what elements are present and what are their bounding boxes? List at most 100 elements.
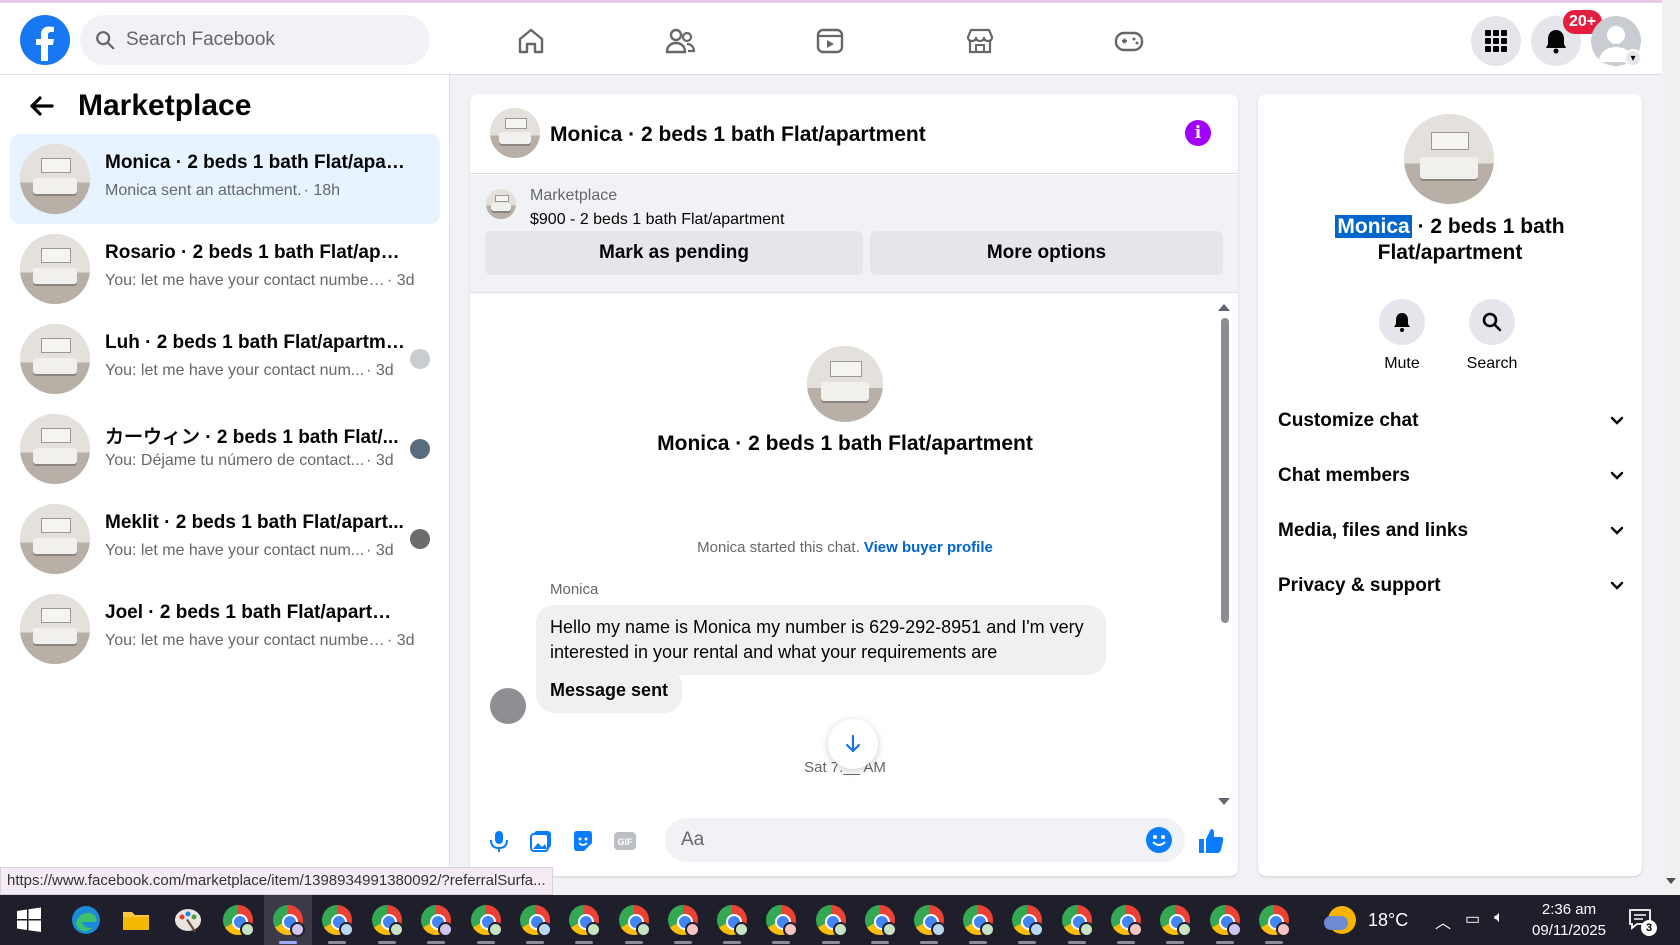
scroll-to-bottom-button[interactable] [828, 719, 878, 769]
chrome-icon[interactable] [471, 905, 503, 944]
chrome-icon[interactable] [1210, 905, 1242, 944]
marketplace-icon[interactable] [960, 21, 1000, 61]
chrome-icon[interactable] [816, 905, 848, 944]
chrome-icon[interactable] [273, 905, 305, 944]
sender-avatar[interactable] [490, 688, 526, 724]
chrome-icon[interactable] [668, 905, 700, 944]
listing-small-thumbnail[interactable] [486, 189, 516, 219]
chrome-icon[interactable] [766, 905, 798, 944]
page-scrollbar[interactable] [1662, 0, 1680, 895]
chrome-icon[interactable] [421, 905, 453, 944]
microphone-icon[interactable] [486, 828, 512, 854]
listing-price[interactable]: $900 - 2 beds 1 bath Flat/apartment [530, 211, 784, 229]
conversation-item[interactable]: Monica · 2 beds 1 bath Flat/apart... Mon… [10, 134, 440, 224]
photo-gallery-icon[interactable] [528, 828, 554, 854]
chrome-icon[interactable] [914, 905, 946, 944]
conversation-title: Monica · 2 beds 1 bath Flat/apart... [105, 152, 405, 173]
conversation-item[interactable]: Luh · 2 beds 1 bath Flat/apartme... You:… [10, 314, 440, 404]
chrome-icon[interactable] [619, 905, 651, 944]
thumbs-up-icon[interactable] [1196, 826, 1226, 856]
chat-window: Monica · 2 beds 1 bath Flat/apartment i … [470, 94, 1238, 876]
chrome-icon[interactable] [372, 905, 404, 944]
message-input[interactable] [681, 826, 1121, 854]
scroll-down-arrow-icon[interactable] [1666, 878, 1676, 884]
message-thread: Monica · 2 beds 1 bath Flat/apartment Mo… [470, 294, 1238, 804]
chrome-icon[interactable] [1111, 905, 1143, 944]
message-bubble[interactable]: Message sent [536, 668, 683, 713]
conversation-snippet: You: let me have your contact num... [105, 362, 365, 379]
customize-chat-section[interactable]: Customize chat [1278, 401, 1626, 441]
back-arrow-icon[interactable] [26, 91, 56, 121]
chrome-icon[interactable] [1259, 905, 1291, 944]
scroll-up-arrow-icon[interactable] [1218, 304, 1230, 311]
chat-members-section[interactable]: Chat members [1278, 456, 1626, 496]
temperature: 18°C [1368, 909, 1409, 930]
media-files-links-section[interactable]: Media, files and links [1278, 511, 1626, 551]
system-clock[interactable]: 2:36 am 09/11/2025 [1524, 899, 1614, 941]
emoji-icon[interactable] [1145, 826, 1173, 854]
chrome-icon[interactable] [865, 905, 897, 944]
facebook-logo-icon[interactable] [20, 15, 70, 65]
chrome-icon[interactable] [322, 905, 354, 944]
thread-scrollbar[interactable] [1218, 304, 1230, 805]
conversation-item[interactable]: Joel · 2 beds 1 bath Flat/apartment You:… [10, 584, 440, 674]
conversation-item[interactable]: Rosario · 2 beds 1 bath Flat/apart... Yo… [10, 224, 440, 314]
conversation-snippet: You: let me have your contact number... [105, 632, 385, 649]
mute-button[interactable]: Mute [1362, 299, 1442, 373]
chrome-icon[interactable] [520, 905, 552, 944]
chat-title[interactable]: Monica · 2 beds 1 bath Flat/apartment [550, 123, 926, 147]
view-buyer-profile-link[interactable]: View buyer profile [864, 539, 993, 556]
listing-thumbnail [20, 504, 90, 574]
action-center-icon[interactable]: 3 [1627, 906, 1657, 936]
sticker-icon[interactable] [570, 828, 596, 854]
scrollbar-thumb[interactable] [1221, 318, 1229, 623]
chrome-icon[interactable] [223, 905, 255, 937]
search-input[interactable] [126, 29, 406, 51]
gaming-icon[interactable] [1109, 21, 1149, 61]
details-listing-thumbnail[interactable] [1404, 114, 1494, 204]
weather-widget[interactable]: 18°C [1324, 895, 1409, 945]
conversation-title: Joel · 2 beds 1 bath Flat/apartment [105, 602, 405, 623]
bell-icon [1379, 299, 1425, 345]
gif-icon[interactable]: GIF [612, 828, 638, 854]
chrome-icon[interactable] [1012, 905, 1044, 944]
home-icon[interactable] [511, 21, 551, 61]
privacy-support-section[interactable]: Privacy & support [1278, 566, 1626, 606]
conversation-item[interactable]: カーウィン · 2 beds 1 bath Flat/... You: Déja… [10, 404, 440, 494]
file-explorer-icon[interactable] [120, 904, 152, 936]
conversation-time: · 3d [366, 452, 394, 469]
sidebar-header: Marketplace [26, 89, 251, 123]
info-icon[interactable]: i [1185, 120, 1211, 146]
conversation-snippet: You: Déjame tu número de contact... [105, 452, 365, 469]
edge-browser-icon[interactable] [70, 904, 102, 936]
conversation-snippet: You: let me have your contact num... [105, 542, 365, 559]
chrome-icon[interactable] [717, 905, 749, 944]
mute-label: Mute [1384, 355, 1420, 372]
message-input-container [665, 818, 1185, 862]
volume-icon[interactable]: 🔈︎ [1494, 909, 1504, 933]
chevron-down-icon [1610, 416, 1624, 425]
chevron-down-icon [1610, 471, 1624, 480]
apps-menu-icon[interactable] [1471, 16, 1521, 66]
chrome-icon[interactable] [569, 905, 601, 944]
conversation-time: · 3d [387, 272, 415, 289]
intro-listing-thumbnail [807, 346, 883, 422]
more-options-button[interactable]: More options [870, 231, 1223, 275]
friends-icon[interactable] [660, 21, 700, 61]
message-bubble[interactable]: Hello my name is Monica my number is 629… [536, 605, 1106, 675]
chevron-down-icon[interactable]: ▾ [1624, 49, 1642, 67]
chat-listing-thumbnail[interactable] [490, 108, 540, 158]
message-composer: GIF [470, 804, 1238, 876]
mark-as-pending-button[interactable]: Mark as pending [485, 231, 863, 275]
paint-app-icon[interactable] [172, 904, 204, 936]
windows-start-icon[interactable] [14, 905, 44, 935]
video-icon[interactable] [810, 21, 850, 61]
conversation-item[interactable]: Meklit · 2 beds 1 bath Flat/apart... You… [10, 494, 440, 584]
chrome-icon[interactable] [1160, 905, 1192, 944]
search-in-conversation-button[interactable]: Search [1452, 299, 1532, 373]
chrome-icon[interactable] [1062, 905, 1094, 944]
chrome-icon[interactable] [963, 905, 995, 944]
network-icon[interactable]: ▭ [1465, 909, 1480, 933]
search-bar[interactable] [80, 15, 430, 65]
chevron-up-icon[interactable]: ︿ [1435, 909, 1451, 933]
